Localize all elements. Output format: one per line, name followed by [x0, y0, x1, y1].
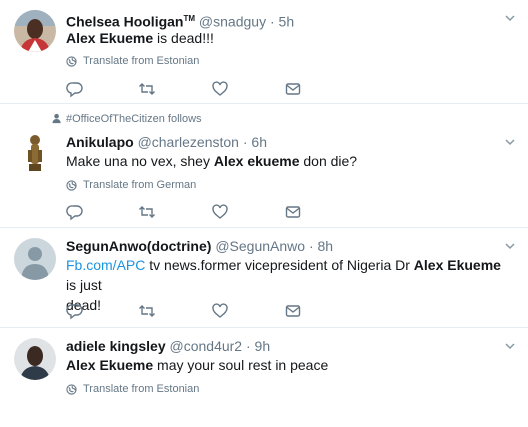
direct-message-icon[interactable] [284, 80, 302, 98]
separator-dot: · [245, 338, 251, 354]
tweet-text-rest: is dead!!! [153, 30, 214, 46]
chevron-down-icon[interactable] [504, 136, 516, 148]
avatar[interactable] [14, 132, 56, 174]
avatar[interactable] [14, 238, 56, 280]
display-name[interactable]: SegunAnwo(doctrine) [66, 238, 211, 254]
timestamp[interactable]: 6h [251, 134, 267, 150]
timestamp[interactable]: 8h [318, 238, 334, 254]
chevron-down-icon[interactable] [504, 340, 516, 352]
tweet-actions [66, 203, 346, 221]
tweet-actions [66, 80, 346, 98]
translate-label: Translate from Estonian [83, 383, 200, 395]
tweet[interactable]: adiele kingsley @cond4ur2 · 9h Alex Ekue… [0, 328, 528, 427]
tweet-actions [66, 302, 346, 320]
avatar[interactable] [14, 10, 56, 52]
globe-icon [66, 179, 77, 191]
direct-message-icon[interactable] [284, 302, 302, 320]
tweet-feed: Chelsea HooliganTM @snadguy · 5h Alex Ek… [0, 0, 528, 427]
tweet-header: SegunAnwo(doctrine) @SegunAnwo · 8h [66, 237, 333, 255]
retweet-icon[interactable] [138, 80, 156, 98]
tweet-text-rest: don die? [299, 153, 358, 169]
tweet-text-rest: is just [66, 277, 102, 293]
social-context[interactable]: #OfficeOfTheCitizen follows [66, 113, 202, 125]
translate-link[interactable]: Translate from Estonian [66, 55, 199, 67]
tweet[interactable]: SegunAnwo(doctrine) @SegunAnwo · 8h Fb.c… [0, 228, 528, 328]
highlighted-term: Alex Ekueme [66, 30, 154, 46]
tweet-text: Alex Ekueme is dead!!! [66, 28, 506, 48]
translate-link[interactable]: Translate from Estonian [66, 383, 199, 395]
chevron-down-icon[interactable] [504, 240, 516, 252]
user-handle[interactable]: @SegunAnwo [215, 238, 305, 254]
translate-link[interactable]: Translate from German [66, 179, 196, 191]
retweet-icon[interactable] [138, 203, 156, 221]
display-name[interactable]: adiele kingsley [66, 338, 166, 354]
tweet-header: Anikulapo @charlezenston · 6h [66, 133, 267, 151]
tweet-link[interactable]: Fb.com/APC [66, 257, 145, 273]
globe-icon [66, 383, 77, 395]
tweet[interactable]: Chelsea HooliganTM @snadguy · 5h Alex Ek… [0, 0, 528, 104]
separator-dot: · [308, 238, 314, 254]
globe-icon [66, 55, 77, 67]
tweet-header: adiele kingsley @cond4ur2 · 9h [66, 337, 270, 355]
retweet-icon[interactable] [138, 302, 156, 320]
reply-icon[interactable] [66, 203, 84, 221]
avatar[interactable] [14, 338, 56, 380]
user-handle[interactable]: @cond4ur2 [170, 338, 243, 354]
user-handle[interactable]: @charlezenston [138, 134, 239, 150]
direct-message-icon[interactable] [284, 203, 302, 221]
highlighted-term: Alex Ekueme [66, 357, 154, 373]
tweet[interactable]: #OfficeOfTheCitizen follows Anikulapo @c… [0, 104, 528, 228]
like-icon[interactable] [211, 302, 229, 320]
translate-label: Translate from German [83, 179, 197, 191]
chevron-down-icon[interactable] [504, 12, 516, 24]
like-icon[interactable] [211, 80, 229, 98]
tweet-text-pre: tv news.former vicepresident of Nigeria … [145, 257, 414, 273]
timestamp[interactable]: 9h [255, 338, 271, 354]
display-name[interactable]: Anikulapo [66, 134, 134, 150]
like-icon[interactable] [211, 203, 229, 221]
tweet-text: Make una no vex, shey Alex ekueme don di… [66, 151, 506, 171]
reply-icon[interactable] [66, 302, 84, 320]
tweet-text: Alex Ekueme may your soul rest in peace [66, 355, 506, 375]
user-follow-icon [52, 113, 63, 124]
reply-icon[interactable] [66, 80, 84, 98]
highlighted-term: Alex ekueme [213, 153, 300, 169]
trademark-mark: TM [183, 14, 196, 23]
separator-dot: · [242, 134, 248, 150]
tweet-text-rest: may your soul rest in peace [153, 357, 329, 373]
tweet-text-pre: Make una no vex, shey [66, 153, 214, 169]
highlighted-term: Alex Ekueme [413, 257, 501, 273]
translate-label: Translate from Estonian [83, 55, 200, 67]
